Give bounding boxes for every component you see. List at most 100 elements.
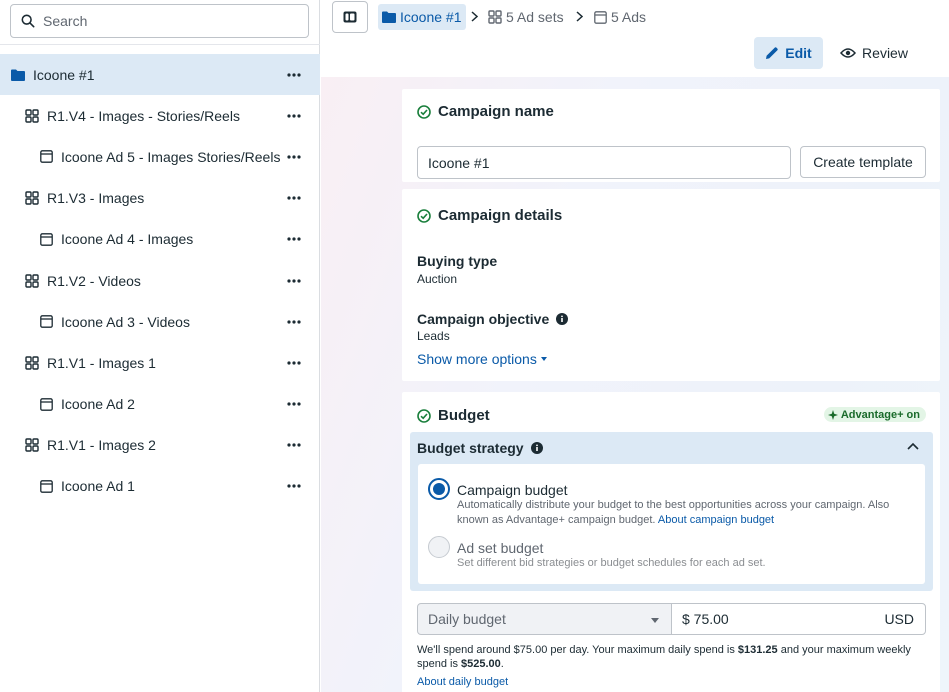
sidebar-divider bbox=[0, 44, 320, 45]
more-options-icon[interactable] bbox=[286, 273, 302, 289]
budget-heading: Budget bbox=[417, 407, 490, 424]
more-options-icon[interactable] bbox=[286, 108, 302, 124]
more-options-icon[interactable] bbox=[286, 67, 302, 83]
tree-item-label: Icoone #1 bbox=[33, 66, 95, 83]
more-options-icon[interactable] bbox=[286, 437, 302, 453]
tree-item-label: R1.V1 - Images 1 bbox=[47, 354, 156, 371]
campaign-details-card: Campaign details Buying type Auction Cam… bbox=[402, 189, 940, 381]
more-options-icon[interactable] bbox=[286, 396, 302, 412]
tree-item-label: Icoone Ad 2 bbox=[61, 396, 135, 413]
adset-grid-icon bbox=[25, 109, 39, 123]
tree-item-label: R1.V2 - Videos bbox=[47, 272, 141, 289]
tree-item-adset[interactable]: R1.V2 - Videos bbox=[0, 260, 320, 301]
check-circle-icon bbox=[417, 208, 431, 223]
search-icon bbox=[21, 14, 35, 28]
ad-icon bbox=[39, 150, 53, 164]
spend-note-prefix: We'll spend around $75.00 per day. Your … bbox=[417, 644, 738, 656]
tree-item-label: Icoone Ad 5 - Images Stories/Reels bbox=[61, 148, 281, 165]
spend-estimate-note: We'll spend around $75.00 per day. Your … bbox=[417, 643, 927, 671]
edit-button[interactable]: Edit bbox=[754, 37, 823, 69]
edit-button-label: Edit bbox=[785, 45, 812, 61]
buying-type-value: Auction bbox=[417, 272, 458, 286]
breadcrumb-campaign[interactable]: Icoone #1 bbox=[378, 4, 466, 30]
campaign-tree: Icoone #1 R1.V4 - Images - Stories/Reels I… bbox=[0, 54, 320, 507]
ad-icon bbox=[39, 397, 53, 411]
campaign-name-card: Campaign name Create template bbox=[402, 89, 940, 182]
budget-type-select[interactable]: Daily budget bbox=[417, 603, 672, 635]
advantage-plus-badge: Advantage+ on bbox=[823, 407, 926, 422]
adset-grid-icon bbox=[25, 273, 39, 288]
tree-item-adset[interactable]: R1.V1 - Images 2 bbox=[0, 425, 320, 466]
tree-item-adset[interactable]: R1.V4 - Images - Stories/Reels bbox=[0, 95, 320, 136]
show-more-options-link[interactable]: Show more options bbox=[417, 351, 547, 367]
about-daily-budget-link[interactable]: About daily budget bbox=[417, 676, 508, 688]
campaign-objective-label: Campaign objective bbox=[417, 311, 569, 327]
more-options-icon[interactable] bbox=[286, 314, 302, 330]
tree-item-ad[interactable]: Icoone Ad 2 bbox=[0, 384, 320, 425]
more-options-icon[interactable] bbox=[286, 231, 302, 247]
tree-item-ad[interactable]: Icoone Ad 3 - Videos bbox=[0, 301, 320, 342]
side-panel-icon bbox=[343, 11, 357, 23]
breadcrumb-adsets-label: 5 Ad sets bbox=[506, 9, 564, 25]
budget-amount-field[interactable]: $ 75.00 USD bbox=[671, 603, 926, 635]
budget-strategy-panel: Budget strategy Campaign budget Automati… bbox=[410, 432, 933, 591]
more-options-icon[interactable] bbox=[286, 478, 302, 494]
more-options-icon[interactable] bbox=[286, 190, 302, 206]
ad-icon bbox=[39, 479, 53, 493]
budget-strategy-label: Budget strategy bbox=[417, 440, 524, 456]
tree-item-campaign[interactable]: Icoone #1 bbox=[0, 54, 320, 96]
breadcrumb-adsets[interactable]: 5 Ad sets bbox=[488, 4, 564, 30]
more-options-icon[interactable] bbox=[286, 149, 302, 165]
tree-item-label: Icoone Ad 3 - Videos bbox=[61, 313, 190, 330]
chevron-right-icon bbox=[576, 11, 583, 22]
tree-item-ad[interactable]: Icoone Ad 4 - Images bbox=[0, 219, 320, 260]
pencil-icon bbox=[766, 47, 779, 59]
caret-down-icon bbox=[540, 357, 547, 361]
panel-toggle-button[interactable] bbox=[332, 1, 368, 33]
tree-item-label: R1.V1 - Images 2 bbox=[47, 437, 156, 454]
info-icon[interactable] bbox=[530, 442, 543, 454]
tree-item-adset[interactable]: R1.V3 - Images bbox=[0, 178, 320, 219]
spend-note-suffix: . bbox=[500, 658, 504, 670]
campaign-budget-description: Automatically distribute your budget to … bbox=[457, 498, 917, 528]
budget-type-value: Daily budget bbox=[428, 611, 506, 627]
campaign-objective-value: Leads bbox=[417, 329, 450, 343]
ad-icon bbox=[39, 232, 53, 246]
tree-item-ad[interactable]: Icoone Ad 5 - Images Stories/Reels bbox=[0, 136, 320, 177]
info-icon[interactable] bbox=[556, 313, 569, 325]
ad-icon bbox=[39, 315, 53, 329]
top-bar: Icoone #1 5 Ad sets 5 Ads Edit Review bbox=[321, 0, 949, 77]
breadcrumb-ads[interactable]: 5 Ads bbox=[594, 4, 646, 30]
breadcrumb-campaign-label: Icoone #1 bbox=[400, 9, 462, 25]
check-circle-icon bbox=[417, 408, 431, 423]
campaign-budget-radio[interactable] bbox=[428, 478, 450, 500]
search-box[interactable] bbox=[10, 4, 309, 38]
adset-grid-icon bbox=[25, 191, 39, 205]
tree-item-ad[interactable]: Icoone Ad 1 bbox=[0, 466, 320, 507]
tree-item-adset[interactable]: R1.V1 - Images 1 bbox=[0, 342, 320, 383]
review-button[interactable]: Review bbox=[834, 37, 914, 69]
tree-item-label: Icoone Ad 1 bbox=[61, 478, 135, 495]
about-campaign-budget-link[interactable]: About campaign budget bbox=[658, 514, 774, 526]
chevron-right-icon bbox=[471, 11, 478, 22]
chevron-up-icon[interactable] bbox=[907, 442, 919, 450]
search-input[interactable] bbox=[43, 13, 293, 29]
eye-icon bbox=[840, 48, 857, 58]
check-circle-icon bbox=[417, 104, 431, 119]
budget-strategy-heading: Budget strategy bbox=[417, 440, 543, 456]
create-template-button[interactable]: Create template bbox=[800, 146, 926, 178]
campaign-name-heading: Campaign name bbox=[417, 103, 554, 120]
ad-set-budget-description: Set different bid strategies or budget s… bbox=[457, 557, 766, 569]
sparkle-icon bbox=[827, 409, 838, 420]
tree-item-label: R1.V3 - Images bbox=[47, 190, 145, 207]
campaign-budget-title: Campaign budget bbox=[457, 482, 568, 498]
budget-title: Budget bbox=[438, 407, 490, 424]
folder-icon bbox=[11, 68, 25, 82]
more-options-icon[interactable] bbox=[286, 355, 302, 371]
max-daily-spend: $131.25 bbox=[737, 644, 778, 656]
campaign-objective-label-text: Campaign objective bbox=[417, 311, 550, 327]
budget-strategy-options: Campaign budget Automatically distribute… bbox=[418, 464, 925, 584]
campaign-name-input[interactable] bbox=[417, 146, 791, 179]
currency-label: USD bbox=[884, 611, 914, 627]
ad-set-budget-radio[interactable] bbox=[428, 536, 450, 558]
